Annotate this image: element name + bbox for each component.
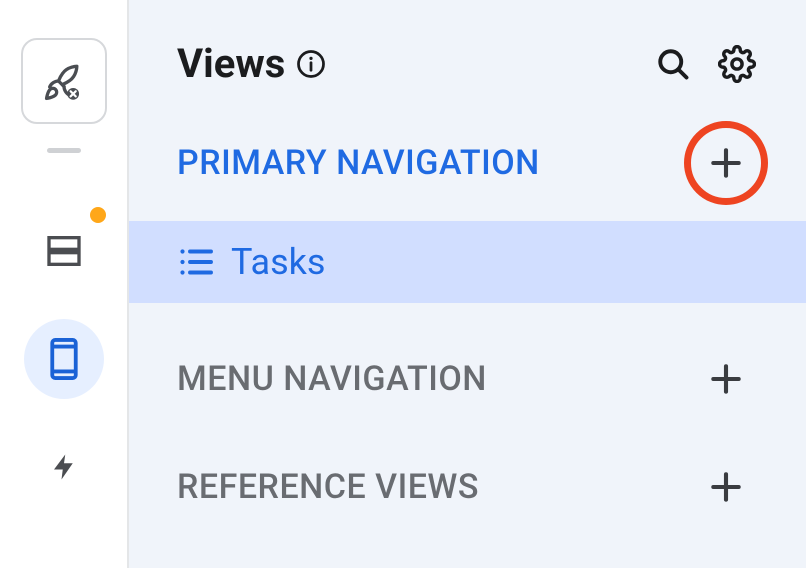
device-icon bbox=[46, 337, 82, 381]
search-icon bbox=[655, 46, 691, 82]
panel-header: Views bbox=[129, 0, 806, 105]
info-icon bbox=[296, 49, 326, 79]
settings-button[interactable] bbox=[716, 43, 758, 85]
rail-views-tab[interactable] bbox=[24, 319, 104, 399]
info-button[interactable] bbox=[295, 48, 327, 80]
gear-icon bbox=[718, 45, 756, 83]
left-rail bbox=[0, 0, 129, 568]
view-item-label: Tasks bbox=[231, 241, 325, 283]
add-menu-view-button[interactable] bbox=[694, 347, 758, 411]
plus-icon bbox=[707, 468, 745, 506]
deploy-button[interactable] bbox=[21, 38, 107, 124]
rail-data-tab[interactable] bbox=[24, 211, 104, 291]
views-panel: Views bbox=[129, 0, 806, 568]
add-reference-view-button[interactable] bbox=[694, 455, 758, 519]
section-label: MENU NAVIGATION bbox=[177, 359, 487, 399]
section-primary-navigation: PRIMARY NAVIGATION bbox=[129, 105, 806, 221]
section-label: REFERENCE VIEWS bbox=[177, 467, 479, 507]
search-button[interactable] bbox=[652, 43, 694, 85]
add-primary-view-button[interactable] bbox=[694, 131, 758, 195]
rail-divider bbox=[47, 148, 81, 153]
panel-title: Views bbox=[177, 40, 285, 87]
rail-automation-tab[interactable] bbox=[24, 427, 104, 507]
section-label: PRIMARY NAVIGATION bbox=[177, 143, 540, 183]
plus-icon bbox=[707, 144, 745, 182]
server-icon bbox=[44, 231, 84, 271]
list-icon bbox=[177, 243, 215, 281]
bolt-icon bbox=[49, 446, 79, 488]
plus-icon bbox=[707, 360, 745, 398]
section-menu-navigation: MENU NAVIGATION bbox=[129, 303, 806, 437]
view-item-tasks[interactable]: Tasks bbox=[129, 221, 806, 303]
notification-dot bbox=[90, 207, 106, 223]
section-reference-views: REFERENCE VIEWS bbox=[129, 437, 806, 545]
rocket-cancel-icon bbox=[42, 59, 86, 103]
